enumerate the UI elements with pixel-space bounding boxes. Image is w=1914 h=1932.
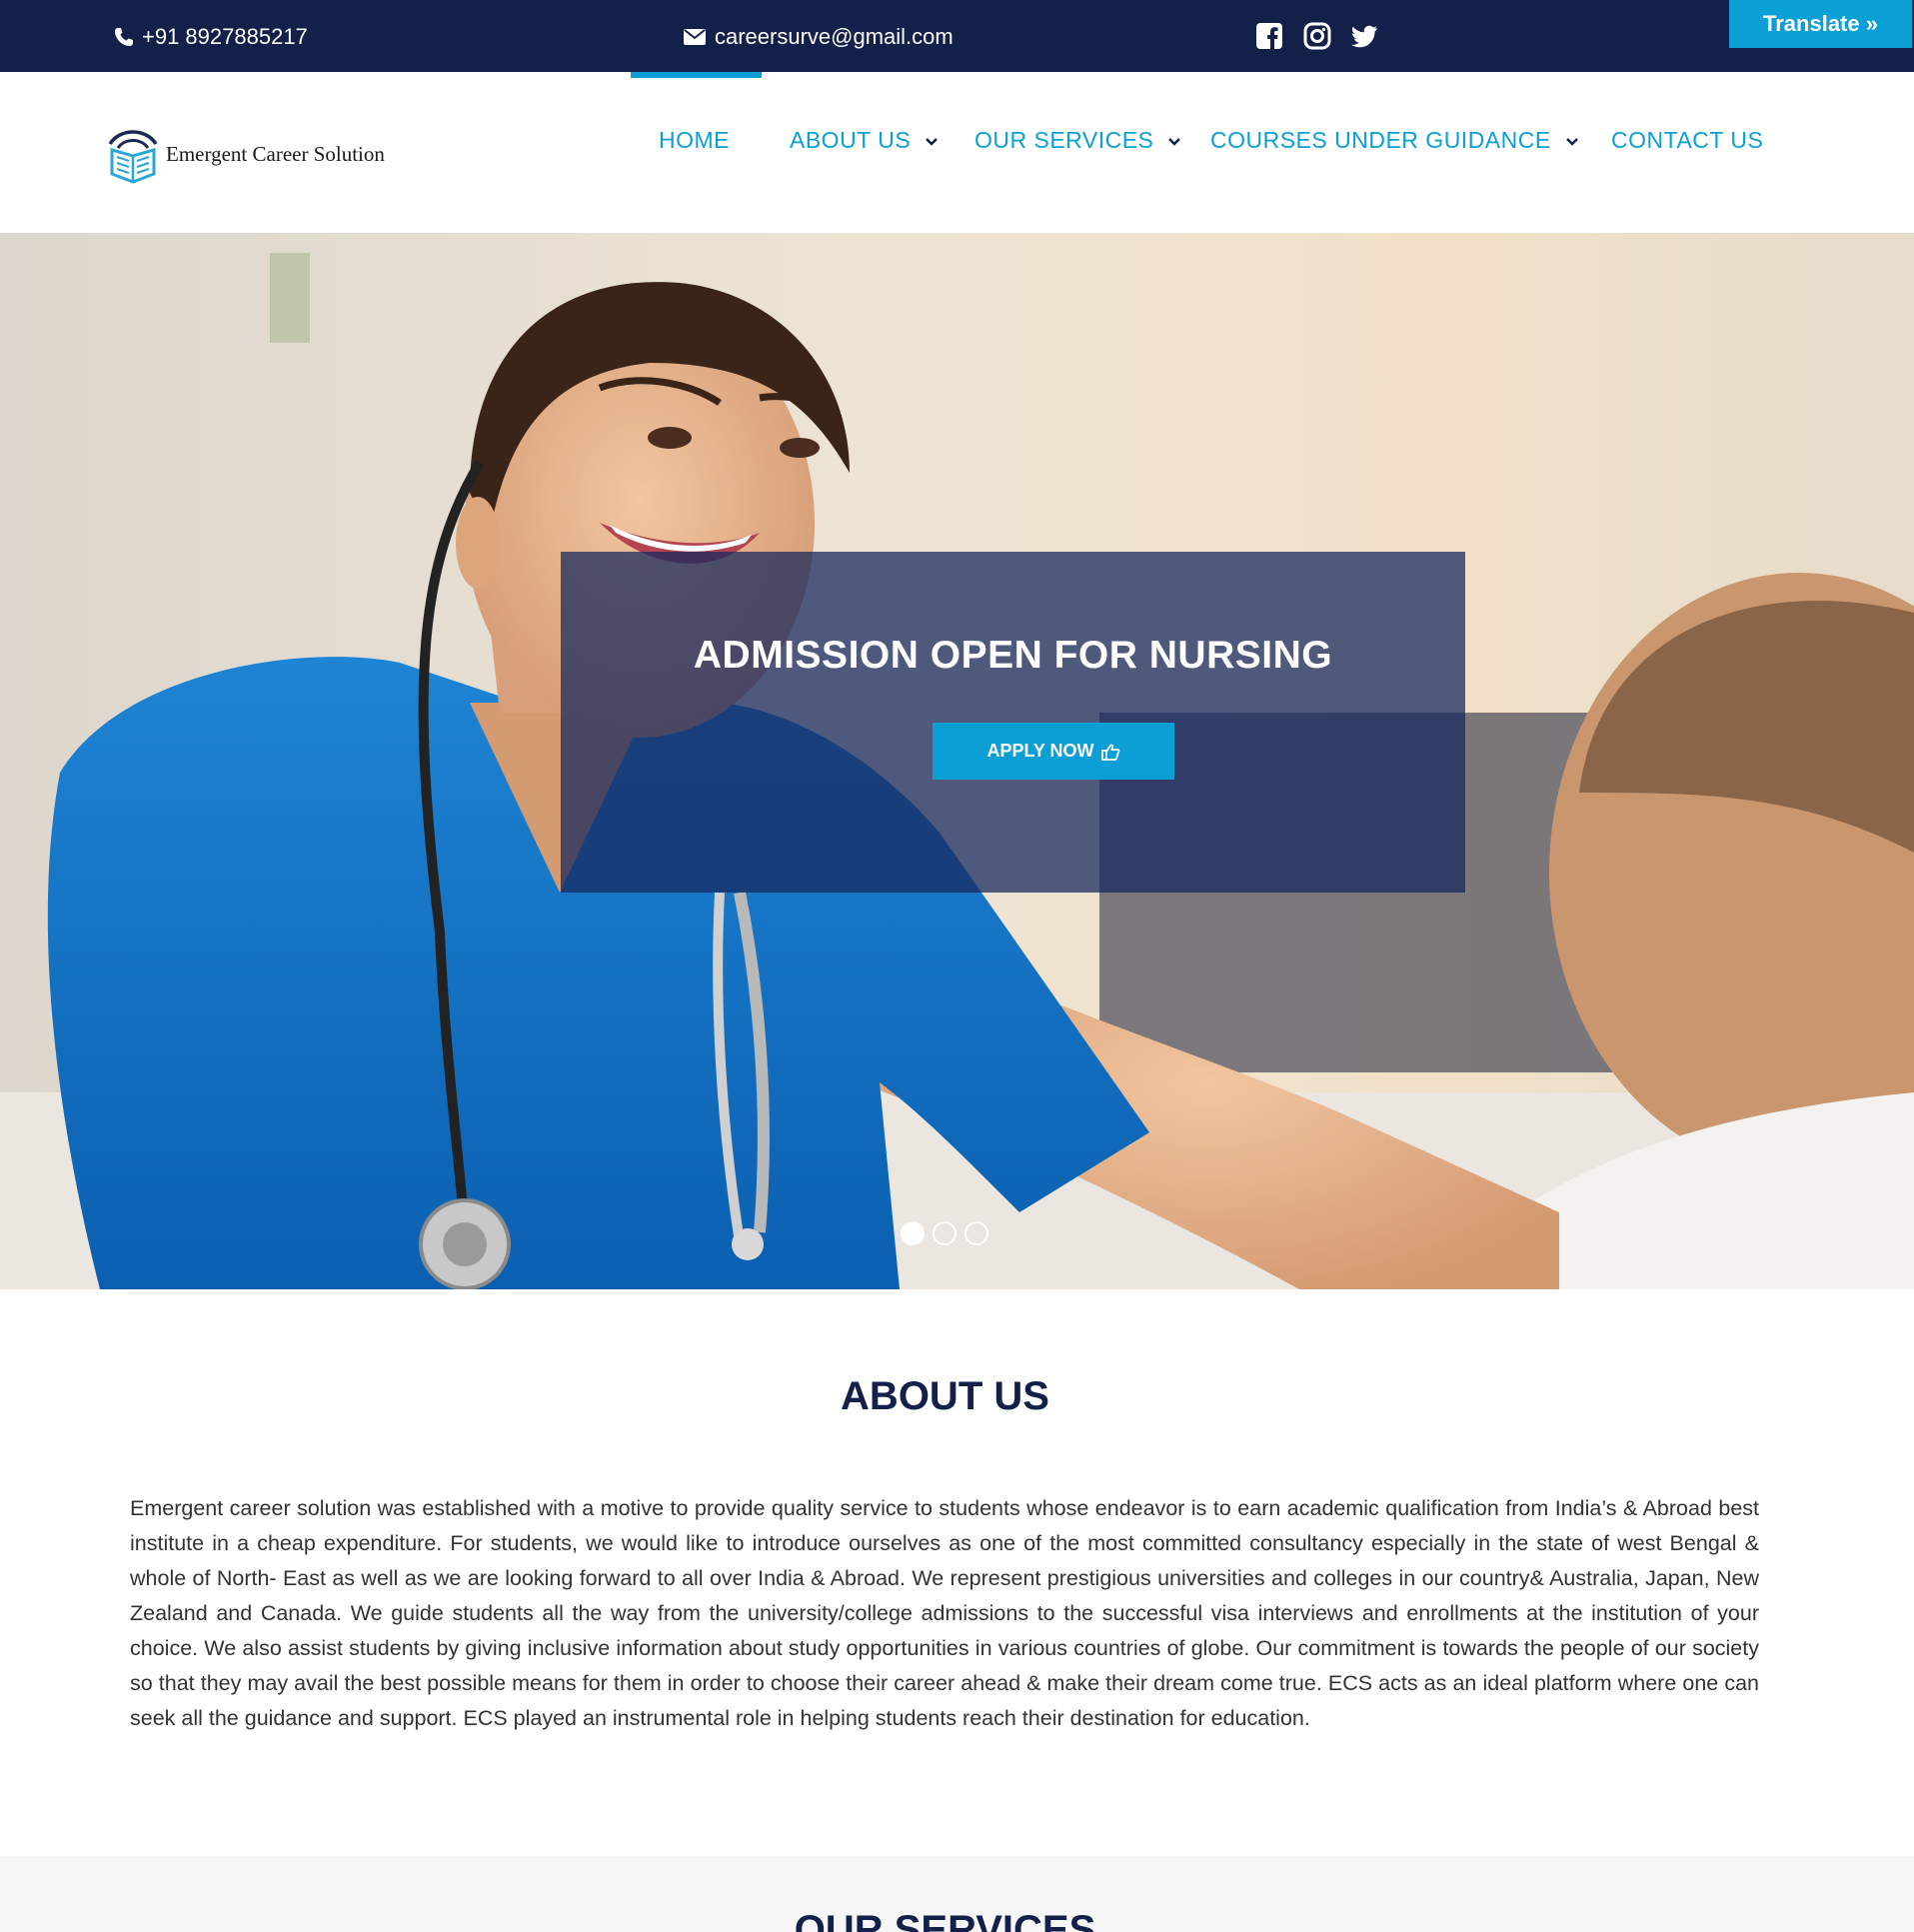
about-section-title: ABOUT US xyxy=(841,1374,1049,1418)
nav-item-about-us[interactable]: ABOUT US xyxy=(790,127,941,154)
top-contact-bar: +91 8927885217 careersurve@gmail.com Tra… xyxy=(0,0,1914,72)
email-address: careersurve@gmail.com xyxy=(715,24,954,49)
phone-contact[interactable]: +91 8927885217 xyxy=(114,24,308,50)
nav-item-label: COURSES UNDER GUIDANCE xyxy=(1210,127,1551,153)
nav-item-label: OUR SERVICES xyxy=(974,127,1154,153)
slider-dots xyxy=(901,1221,988,1245)
phone-number: +91 8927885217 xyxy=(142,24,308,49)
nav-item-label: ABOUT US xyxy=(790,127,912,153)
slider-dot-3[interactable] xyxy=(964,1221,988,1245)
nav-item-courses-under-guidance[interactable]: COURSES UNDER GUIDANCE xyxy=(1210,127,1581,154)
apply-now-label: APPLY NOW xyxy=(986,741,1094,761)
envelope-icon xyxy=(684,29,706,45)
about-paragraph: Emergent career solution was established… xyxy=(130,1496,1759,1730)
site-logo[interactable]: Emergent Career Solution xyxy=(106,124,385,184)
nav-item-home[interactable]: HOME xyxy=(659,127,730,154)
hero-title: ADMISSION OPEN FOR NURSING xyxy=(693,634,1333,677)
instagram-icon[interactable] xyxy=(1303,22,1331,50)
twitter-icon[interactable] xyxy=(1351,22,1379,50)
hero-caption-box: ADMISSION OPEN FOR NURSING APPLY NOW xyxy=(561,552,1465,893)
apply-now-button[interactable]: APPLY NOW xyxy=(933,723,1174,780)
nav-item-our-services[interactable]: OUR SERVICES xyxy=(974,127,1183,154)
hand-pointer-icon xyxy=(1100,744,1119,761)
social-links xyxy=(1255,22,1379,50)
chevron-down-icon xyxy=(926,137,939,146)
chevron-down-icon xyxy=(1565,137,1578,146)
main-navigation: Emergent Career Solution HOME ABOUT US O… xyxy=(0,72,1914,233)
logo-book-icon xyxy=(108,130,158,184)
services-section: OUR SERVICES xyxy=(0,1856,1914,1932)
translate-button[interactable]: Translate » xyxy=(1729,0,1912,48)
email-contact[interactable]: careersurve@gmail.com xyxy=(683,24,954,50)
services-section-title: OUR SERVICES xyxy=(794,1908,1096,1932)
slider-dot-1[interactable] xyxy=(901,1221,925,1245)
hero-slider: ADMISSION OPEN FOR NURSING APPLY NOW xyxy=(0,233,1914,1289)
brand-name: Emergent Career Solution xyxy=(166,141,385,166)
chevron-down-icon xyxy=(1168,137,1181,146)
facebook-icon[interactable] xyxy=(1255,22,1283,50)
active-nav-indicator xyxy=(631,72,762,78)
nav-item-label: HOME xyxy=(659,127,730,153)
nav-item-contact-us[interactable]: CONTACT US xyxy=(1611,127,1763,154)
nav-item-label: CONTACT US xyxy=(1611,127,1764,153)
phone-icon xyxy=(115,28,133,46)
slider-dot-2[interactable] xyxy=(933,1221,957,1245)
